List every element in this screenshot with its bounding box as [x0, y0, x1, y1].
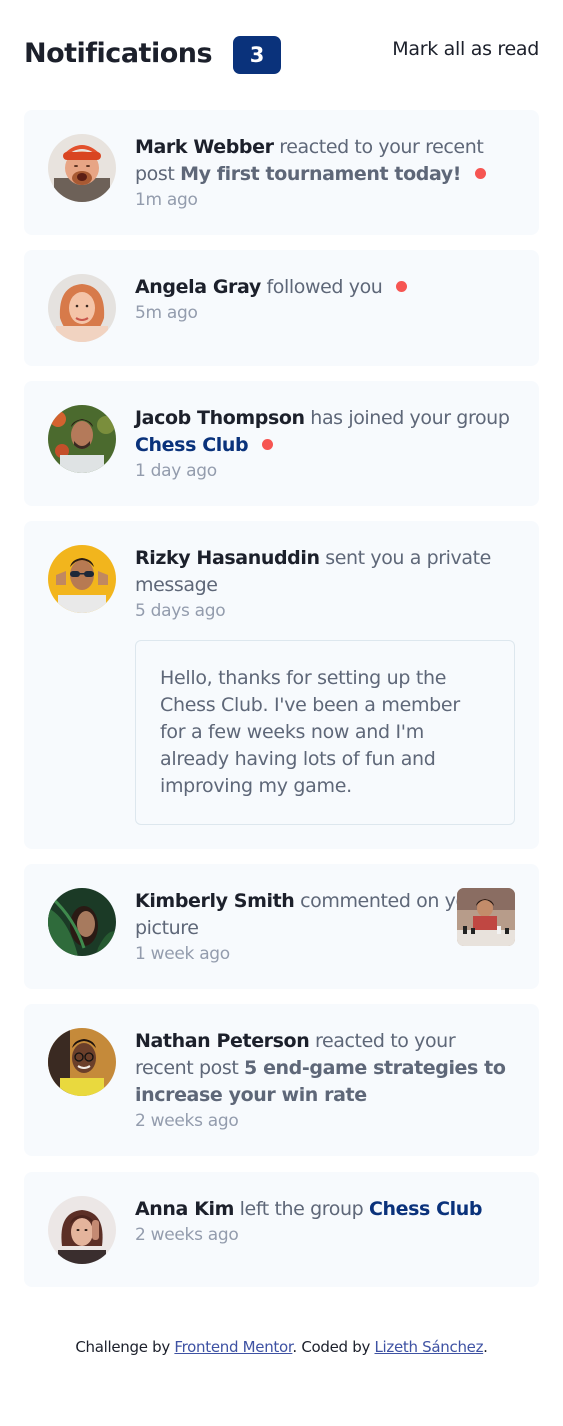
notification-time: 2 weeks ago — [135, 1111, 239, 1131]
user-name[interactable]: Rizky Hasanuddin — [135, 547, 320, 569]
avatar-anna-kim[interactable] — [48, 1196, 116, 1264]
page-title: Notifications — [24, 38, 213, 69]
user-name[interactable]: Kimberly Smith — [135, 890, 295, 912]
unread-dot — [396, 281, 408, 292]
frontend-mentor-link[interactable]: Frontend Mentor — [174, 1338, 292, 1356]
picture-image — [457, 888, 515, 946]
notification-text: Rizky Hasanuddin sent you a private mess… — [135, 545, 519, 624]
notification-card[interactable]: Angela Gray followed you 5m ago — [24, 250, 539, 366]
attribution-footer: Challenge by Frontend Mentor. Coded by L… — [0, 1338, 563, 1356]
post-link[interactable]: My first tournament today! — [180, 163, 461, 185]
notification-time: 2 weeks ago — [135, 1225, 239, 1245]
notification-time: 1 day ago — [135, 461, 217, 481]
group-link[interactable]: Chess Club — [135, 434, 249, 456]
notification-card[interactable]: Jacob Thompson has joined your group Che… — [24, 381, 539, 506]
user-name[interactable]: Nathan Peterson — [135, 1030, 310, 1052]
avatar-nathan-peterson[interactable] — [48, 1028, 116, 1096]
avatar-image — [48, 545, 116, 613]
notification-time: 1m ago — [135, 190, 198, 210]
avatar-rizky-hasanuddin[interactable] — [48, 545, 116, 613]
notification-action: followed you — [266, 276, 383, 298]
user-name[interactable]: Angela Gray — [135, 276, 261, 298]
notification-text: Jacob Thompson has joined your group Che… — [135, 405, 519, 484]
avatar-image — [48, 405, 116, 473]
notification-text: Nathan Peterson reacted to your recent p… — [135, 1028, 519, 1134]
avatar-image — [48, 888, 116, 956]
avatar-kimberly-smith[interactable] — [48, 888, 116, 956]
avatar-image — [48, 134, 116, 202]
private-message[interactable]: Hello, thanks for setting up the Chess C… — [135, 640, 515, 825]
avatar-image — [48, 274, 116, 342]
notification-time: 5m ago — [135, 303, 198, 323]
notification-text: Mark Webber reacted to your recent post … — [135, 134, 519, 213]
avatar-mark-webber[interactable] — [48, 134, 116, 202]
notification-card[interactable]: Mark Webber reacted to your recent post … — [24, 110, 539, 235]
notification-text: Anna Kim left the group Chess Club 2 wee… — [135, 1196, 519, 1248]
mark-all-as-read-button[interactable]: Mark all as read — [392, 38, 539, 60]
notification-action: has joined your group — [310, 407, 510, 429]
notification-text: Angela Gray followed you 5m ago — [135, 274, 519, 326]
group-link[interactable]: Chess Club — [369, 1198, 483, 1220]
unread-dot — [475, 168, 487, 179]
user-name[interactable]: Jacob Thompson — [135, 407, 305, 429]
avatar-image — [48, 1196, 116, 1264]
unread-dot — [262, 439, 274, 450]
notification-card[interactable]: Rizky Hasanuddin sent you a private mess… — [24, 521, 539, 849]
avatar-image — [48, 1028, 116, 1096]
footer-prefix: Challenge by — [75, 1338, 170, 1356]
commented-picture-thumbnail[interactable] — [457, 888, 515, 946]
notification-card[interactable]: Nathan Peterson reacted to your recent p… — [24, 1004, 539, 1156]
avatar-jacob-thompson[interactable] — [48, 405, 116, 473]
author-link[interactable]: Lizeth Sánchez — [375, 1338, 484, 1356]
notification-card[interactable]: Anna Kim left the group Chess Club 2 wee… — [24, 1172, 539, 1287]
header: Notifications 3 Mark all as read — [24, 36, 539, 76]
notification-card[interactable]: Kimberly Smith commented on your picture… — [24, 864, 539, 989]
avatar-angela-gray[interactable] — [48, 274, 116, 342]
footer-suffix: . — [483, 1338, 488, 1356]
user-name[interactable]: Mark Webber — [135, 136, 274, 158]
user-name[interactable]: Anna Kim — [135, 1198, 234, 1220]
notification-time: 5 days ago — [135, 601, 226, 621]
footer-middle: . Coded by — [292, 1338, 371, 1356]
notification-action: left the group — [239, 1198, 364, 1220]
unread-count-badge: 3 — [233, 36, 281, 74]
